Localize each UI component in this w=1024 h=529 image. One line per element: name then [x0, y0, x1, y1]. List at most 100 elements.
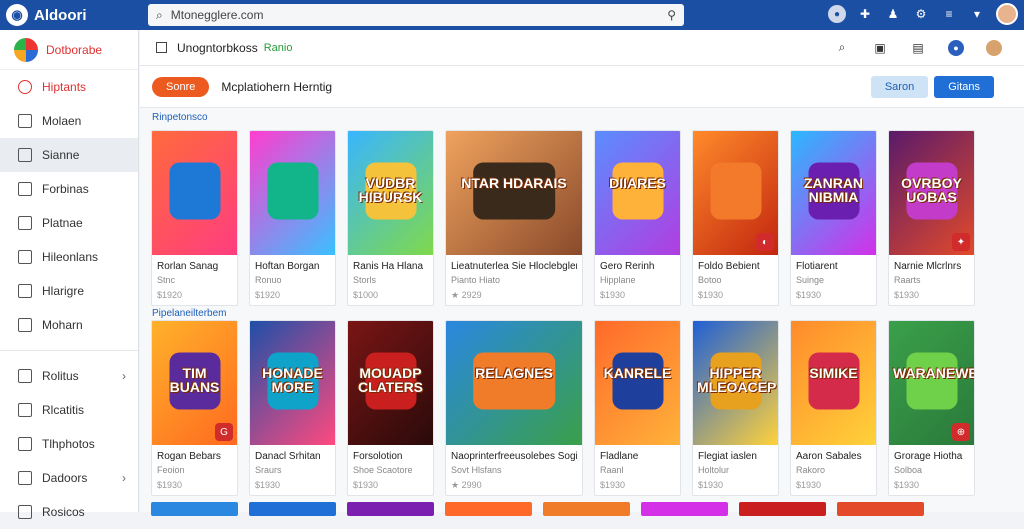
- more-options-icon[interactable]: •••: [152, 300, 169, 305]
- more-options-icon[interactable]: •••: [595, 490, 612, 495]
- game-thumbnail[interactable]: ZANRAN NIBMIA: [791, 131, 876, 255]
- primary-button[interactable]: Gitans: [934, 75, 994, 98]
- game-card[interactable]: VUDBR HIBURSK Ranis Ha Hlana Storls $1000••…: [347, 130, 434, 306]
- sidebar-item[interactable]: Molaen: [0, 104, 138, 138]
- chevron-right-icon[interactable]: ›: [122, 471, 126, 485]
- more-options-icon[interactable]: •••: [791, 490, 808, 495]
- game-caption: Fladlane Raanl $1930: [595, 445, 680, 490]
- more-options-icon[interactable]: •••: [595, 300, 612, 305]
- game-card[interactable]: OVRBOY UOBAS ✦ Narnie Mlcrlnrs Raarts $1930•…: [888, 130, 975, 306]
- more-options-icon[interactable]: •••: [693, 300, 710, 305]
- sidebar-item[interactable]: Hlarigre: [0, 274, 138, 308]
- profile-icon[interactable]: ♟: [884, 5, 902, 23]
- account-icon[interactable]: ●: [948, 39, 964, 56]
- notification-icon[interactable]: ●: [828, 5, 846, 23]
- game-thumbnail[interactable]: OVRBOY UOBAS ✦: [889, 131, 974, 255]
- game-card[interactable]: TIM BUANS G Rogan Bebars Feoion $1930•••: [151, 320, 238, 496]
- more-options-icon[interactable]: •••: [889, 490, 906, 495]
- game-card[interactable]: DIIARES Gero Rerinh Hipplane $1930•••: [594, 130, 681, 306]
- game-artwork-title: SIMIKE: [809, 364, 858, 381]
- address-bar[interactable]: ⌕ Mtonegglere.com ⚲: [148, 4, 684, 26]
- more-options-icon[interactable]: •••: [250, 300, 267, 305]
- sidebar-item[interactable]: Moharn: [0, 308, 138, 342]
- more-options-icon[interactable]: •••: [348, 490, 365, 495]
- more-options-icon[interactable]: •••: [446, 301, 463, 305]
- game-card[interactable]: Rorlan Sanag Stnc $1920•••: [151, 130, 238, 306]
- more-options-icon[interactable]: •••: [152, 490, 169, 495]
- game-card-partial[interactable]: [837, 502, 924, 516]
- game-artwork-title: HONADE MORE: [262, 364, 323, 396]
- game-card-partial[interactable]: [641, 502, 728, 516]
- more-options-icon[interactable]: •••: [250, 490, 267, 495]
- avatar[interactable]: [986, 39, 1002, 56]
- sidebar-item[interactable]: Dadoors ›: [0, 461, 138, 495]
- more-options-icon[interactable]: •••: [446, 491, 463, 495]
- secondary-button[interactable]: Saron: [870, 75, 929, 98]
- sidebar-item-label: Hileonlans: [42, 250, 99, 264]
- menu-icon[interactable]: ≡: [940, 5, 958, 23]
- chevron-right-icon[interactable]: ›: [122, 369, 126, 383]
- bookmark-icon[interactable]: ▤: [910, 40, 926, 56]
- sidebar-item[interactable]: Rlcatitis: [0, 393, 138, 427]
- game-thumbnail[interactable]: SIMIKE: [791, 321, 876, 445]
- search-icon[interactable]: ⌕: [834, 40, 850, 56]
- more-options-icon[interactable]: •••: [693, 490, 710, 495]
- game-card[interactable]: NTAR HDARAIS Lieatnuterlea Sie Hloclebgle…: [445, 130, 583, 306]
- game-card[interactable]: HIPPER MLEOACEP Flegiat iaslen Holtolur $19…: [692, 320, 779, 496]
- game-artwork-title: WARANEWE: [893, 364, 974, 381]
- game-thumbnail[interactable]: [152, 131, 237, 255]
- sidebar-item[interactable]: Sianne: [0, 138, 138, 172]
- game-card-partial[interactable]: [249, 502, 336, 516]
- game-card-partial[interactable]: [347, 502, 434, 516]
- game-thumbnail[interactable]: NTAR HDARAIS: [446, 131, 582, 255]
- game-thumbnail[interactable]: DIIARES: [595, 131, 680, 255]
- game-card-partial[interactable]: [739, 502, 826, 516]
- game-thumbnail[interactable]: VUDBR HIBURSK: [348, 131, 433, 255]
- game-sub: Botoo: [698, 275, 722, 285]
- sidebar-list-secondary: Rolitus › Rlcatitis Tlhphotos Dadoors › Rosico…: [0, 359, 138, 529]
- game-thumbnail[interactable]: HONADE MORE: [250, 321, 335, 445]
- game-card[interactable]: SIMIKE Aaron Sabales Rakoro $1930•••: [790, 320, 877, 496]
- game-card[interactable]: RELAGNES Naoprinterfreeusolebes Sogilne So…: [445, 320, 583, 496]
- game-thumbnail[interactable]: [250, 131, 335, 255]
- filter-pill[interactable]: Sonre: [152, 76, 210, 97]
- game-card[interactable]: HONADE MORE Danacl Srhitan Sraurs $1930•••: [249, 320, 336, 496]
- game-card[interactable]: KANRELE Fladlane Raanl $1930•••: [594, 320, 681, 496]
- sidebar-item[interactable]: Rosicos: [0, 495, 138, 529]
- game-thumbnail[interactable]: ◐: [693, 131, 778, 255]
- sidebar-header[interactable]: Dotborabe: [0, 30, 138, 70]
- brand[interactable]: ◉ Aldoori: [0, 4, 140, 26]
- game-card-partial[interactable]: [445, 502, 532, 516]
- game-card[interactable]: ◐ Foldo Bebient Botoo $1930•••: [692, 130, 779, 306]
- more-options-icon[interactable]: •••: [889, 300, 906, 305]
- game-thumbnail[interactable]: WARANEWE ⊕: [889, 321, 974, 445]
- sidebar-item[interactable]: Platnae: [0, 206, 138, 240]
- sidebar-item[interactable]: Hileonlans: [0, 240, 138, 274]
- user-icon[interactable]: ⚲: [667, 8, 676, 22]
- game-artwork-title: MOUADP CLATERS: [357, 364, 424, 396]
- game-thumbnail[interactable]: KANRELE: [595, 321, 680, 445]
- avatar[interactable]: [996, 3, 1018, 25]
- more-options-icon[interactable]: •••: [348, 300, 365, 305]
- game-card[interactable]: ZANRAN NIBMIA Flotiarent Suinge $1930•••: [790, 130, 877, 306]
- chevron-down-icon[interactable]: ▾: [968, 5, 986, 23]
- camera-icon[interactable]: ▣: [872, 40, 888, 56]
- game-card[interactable]: Hoftan Borgan Ronuo $1920•••: [249, 130, 336, 306]
- sidebar-item[interactable]: Forbinas: [0, 172, 138, 206]
- game-card-partial[interactable]: [151, 502, 238, 516]
- game-price: $1930: [353, 480, 379, 490]
- game-card[interactable]: WARANEWE ⊕ Grorage Hiotha Solboa $1930•••: [888, 320, 975, 496]
- settings-icon[interactable]: ⚙: [912, 5, 930, 23]
- select-all-checkbox[interactable]: [156, 42, 167, 53]
- sidebar-item[interactable]: Tlhphotos: [0, 427, 138, 461]
- more-options-icon[interactable]: •••: [791, 300, 808, 305]
- game-thumbnail[interactable]: RELAGNES: [446, 321, 582, 445]
- sidebar-item[interactable]: Rolitus ›: [0, 359, 138, 393]
- game-card-partial[interactable]: [543, 502, 630, 516]
- game-card[interactable]: MOUADP CLATERS Forsolotion Shoe Scaotore $1…: [347, 320, 434, 496]
- game-thumbnail[interactable]: MOUADP CLATERS: [348, 321, 433, 445]
- extension-icon[interactable]: ✚: [856, 5, 874, 23]
- game-thumbnail[interactable]: HIPPER MLEOACEP: [693, 321, 778, 445]
- sidebar-item[interactable]: Hiptants: [0, 70, 138, 104]
- game-thumbnail[interactable]: TIM BUANS G: [152, 321, 237, 445]
